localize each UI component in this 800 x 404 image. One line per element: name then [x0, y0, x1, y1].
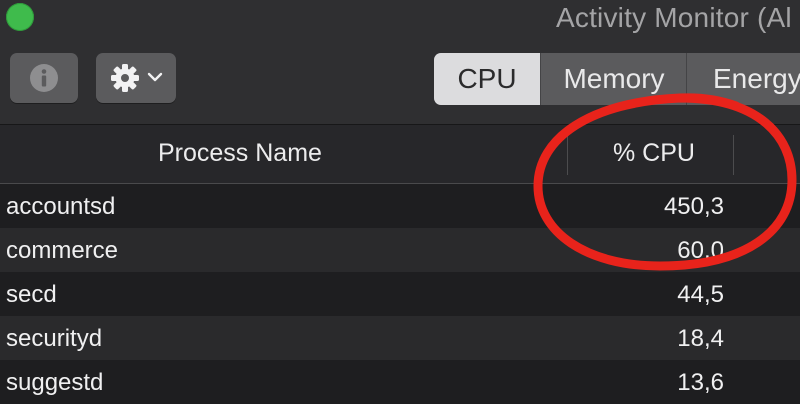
info-icon: [30, 64, 58, 92]
table-row[interactable]: secd 44,5: [0, 272, 800, 316]
gear-icon: [111, 64, 139, 92]
chevron-down-icon: [147, 72, 163, 82]
column-divider[interactable]: [567, 135, 568, 175]
tab-memory[interactable]: Memory: [540, 53, 687, 105]
tab-energy[interactable]: Energy: [686, 53, 800, 105]
process-name: commerce: [6, 237, 119, 264]
action-menu-button[interactable]: [96, 53, 176, 103]
table-header: Process Name % CPU: [0, 125, 800, 184]
window-title: Activity Monitor (Al: [556, 2, 792, 33]
process-table: accountsd 450,3 commerce 60,0 secd 44,5 …: [0, 184, 800, 404]
view-tab-control: CPU Memory Energy: [434, 53, 800, 105]
activity-monitor-window: Activity Monitor (Al CPU Memory Energy P…: [0, 0, 800, 404]
process-name: accountsd: [6, 193, 116, 220]
process-cpu: 44,5: [677, 281, 724, 308]
table-row[interactable]: suggestd 13,6: [0, 360, 800, 404]
process-cpu: 13,6: [677, 369, 724, 396]
column-header-process-name[interactable]: Process Name: [158, 139, 322, 168]
column-header-cpu[interactable]: % CPU: [613, 139, 695, 168]
process-cpu: 450,3: [663, 193, 724, 220]
table-row[interactable]: commerce 60,0: [0, 228, 800, 272]
process-name: secd: [6, 281, 57, 308]
process-name: securityd: [6, 325, 103, 352]
process-name: suggestd: [6, 369, 104, 396]
column-divider[interactable]: [733, 135, 734, 175]
zoom-window-button[interactable]: [6, 3, 34, 31]
process-cpu: 18,4: [677, 325, 724, 352]
toolbar: Activity Monitor (Al CPU Memory Energy: [0, 0, 800, 125]
table-row[interactable]: accountsd 450,3: [0, 184, 800, 228]
table-row[interactable]: securityd 18,4: [0, 316, 800, 360]
process-cpu: 60,0: [677, 237, 724, 264]
tab-cpu[interactable]: CPU: [434, 53, 540, 105]
inspect-process-button[interactable]: [10, 53, 78, 103]
